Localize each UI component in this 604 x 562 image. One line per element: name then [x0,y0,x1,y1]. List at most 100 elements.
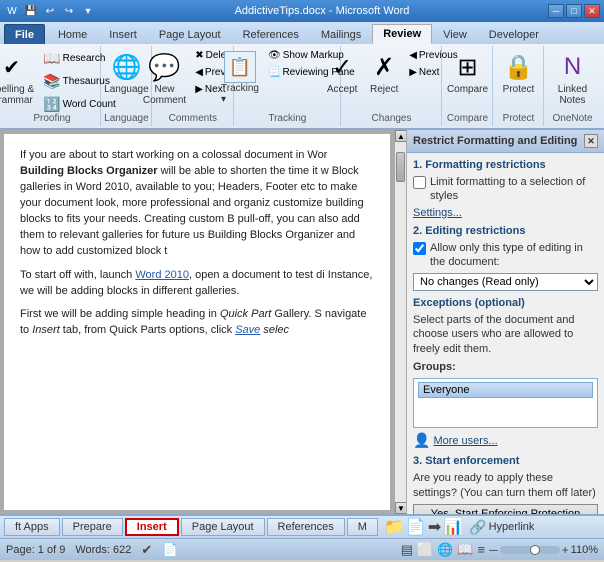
status-doc-icon[interactable]: 📄 [162,542,178,558]
quick-access-icon[interactable]: ▾ [80,4,96,18]
tab-pagelayout[interactable]: Page Layout [148,24,232,44]
view-full-icon[interactable]: ⬜ [417,542,433,558]
bottom-tab-icon-area: 📁 📄 ➡ 📊 [384,517,463,537]
spelling-grammar-button[interactable]: ✔ Spelling &Grammar [0,48,38,109]
formatting-checkbox[interactable] [413,176,426,189]
words-info: Words: 622 [75,544,131,556]
view-draft-icon[interactable]: ≡ [478,542,486,557]
prev-comment-icon: ◀ [195,67,203,78]
enforcement-text: Are you ready to apply these settings? (… [413,471,598,500]
reviewing-pane-icon: 📃 [268,67,280,78]
tab-insert[interactable]: Insert [98,24,148,44]
protect-button[interactable]: 🔒 Protect [499,48,539,98]
sidebar-scroll-track[interactable] [395,142,406,502]
more-users-link[interactable]: More users... [433,435,497,447]
redo-icon[interactable]: ↪ [61,4,77,18]
hyperlink-label[interactable]: Hyperlink [489,521,535,533]
tab-prepare[interactable]: Prepare [62,518,123,536]
tab-insert-bottom[interactable]: Insert [125,518,179,536]
status-bar: Page: 1 of 9 Words: 622 ✔ 📄 ▤ ⬜ 🌐 📖 ≡ ─ … [0,538,604,560]
arrow-icon[interactable]: ➡ [428,517,441,537]
onenote-icon: N [557,51,589,83]
linked-notes-button[interactable]: N LinkedNotes [553,48,593,109]
compare-button[interactable]: ⊞ Compare [443,48,492,98]
comments-group-label: Comments [169,113,217,124]
sidebar-header: Restrict Formatting and Editing ✕ [407,130,604,153]
editing-checkbox[interactable] [413,242,426,255]
zoom-minus-button[interactable]: ─ [489,543,498,557]
accept-button[interactable]: ✓ Accept [322,48,362,98]
view-normal-icon[interactable]: ▤ [401,542,413,558]
save-icon[interactable]: 💾 [23,4,39,18]
research-label: Research [63,53,106,64]
editing-type-select[interactable]: No changes (Read only) Tracked changes C… [413,273,598,291]
document-scroll[interactable]: If you are about to start working on a c… [4,134,390,510]
new-comment-icon: 💬 [149,51,181,83]
status-spell-icon[interactable]: ✔ [141,542,152,558]
minimize-button[interactable]: ─ [548,4,564,18]
thesaurus-icon: 📚 [43,73,60,90]
reject-button[interactable]: ✗ Reject [364,48,404,98]
pages-icon[interactable]: 📄 [406,517,426,537]
ribbon-group-changes: ✓ Accept ✗ Reject ◀ Previous ▶ Next Chan… [342,46,442,126]
editing-restrictions-title: 2. Editing restrictions [413,225,598,237]
doc-link-save[interactable]: Save [235,324,260,336]
tab-view[interactable]: View [432,24,478,44]
exceptions-title: Exceptions (optional) [413,297,598,309]
settings-link[interactable]: Settings... [413,207,598,219]
onenote-group-label: OneNote [552,113,592,124]
view-read-icon[interactable]: 📖 [457,542,473,558]
folder-icon[interactable]: 📁 [384,517,404,537]
more-users-row[interactable]: 👤 More users... [413,432,598,449]
sidebar-close-button[interactable]: ✕ [584,134,598,148]
tab-review[interactable]: Review [372,24,432,44]
new-comment-button[interactable]: 💬 NewComment [139,48,190,109]
zoom-area: ─ + 110% [489,543,598,557]
sidebar-scroll-thumb[interactable] [396,152,405,182]
view-web-icon[interactable]: 🌐 [437,542,453,558]
chart-icon[interactable]: 📊 [443,517,463,537]
new-comment-label: NewComment [143,84,186,106]
tracking-group-label: Tracking [268,113,306,124]
tracking-icon: 📋 [224,51,256,83]
document-area: If you are about to start working on a c… [0,130,394,514]
ribbon-group-compare: ⊞ Compare Compare [443,46,493,126]
accept-icon: ✓ [326,51,358,83]
tab-home[interactable]: Home [47,24,98,44]
everyone-group-item[interactable]: Everyone [418,382,593,398]
status-left: Page: 1 of 9 Words: 622 ✔ 📄 [6,542,178,558]
ribbon-group-onenote: N LinkedNotes OneNote [545,46,600,126]
show-markup-icon: 👁 [268,50,281,61]
start-enforcing-button[interactable]: Yes, Start Enforcing Protection [413,504,598,514]
undo-icon[interactable]: ↩ [42,4,58,18]
spelling-label: Spelling &Grammar [0,84,34,106]
tab-page-layout-bottom[interactable]: Page Layout [181,518,265,536]
ribbon-content: ✔ Spelling &Grammar 📖 Research 📚 Thesaur… [0,44,604,130]
tab-ft-apps[interactable]: ft Apps [4,518,60,536]
formatting-restrictions-title: 1. Formatting restrictions [413,159,598,171]
tab-developer[interactable]: Developer [478,24,550,44]
tracking-button[interactable]: 📋 Tracking ▾ [217,48,263,108]
tab-m[interactable]: M [347,518,378,536]
tab-file[interactable]: File [4,24,45,44]
delete-comment-icon: ✖ [195,50,203,61]
sidebar-body: 1. Formatting restrictions Limit formatt… [407,153,604,514]
maximize-button[interactable]: □ [566,4,582,18]
tab-mailings[interactable]: Mailings [310,24,372,44]
close-button[interactable]: ✕ [584,4,600,18]
window-title: AddictiveTips.docx - Microsoft Word [96,5,548,17]
sidebar-scrollbar: ▲ ▼ [394,130,406,514]
doc-paragraph-1: If you are about to start working on a c… [20,148,374,260]
title-bar-left: W 💾 ↩ ↪ ▾ [4,4,96,18]
tab-references-bottom[interactable]: References [267,518,345,536]
doc-italic-insert: Insert [32,324,60,336]
enforcement-title: 3. Start enforcement [413,455,598,467]
zoom-plus-button[interactable]: + [562,543,569,557]
sidebar-title: Restrict Formatting and Editing [413,135,577,147]
editing-checkbox-label: Allow only this type of editing in the d… [430,241,598,270]
zoom-thumb [530,545,540,555]
zoom-slider[interactable] [500,546,560,554]
next-change-label: Next [419,67,440,78]
doc-link-word2010[interactable]: Word 2010 [135,269,189,281]
tab-references[interactable]: References [232,24,310,44]
